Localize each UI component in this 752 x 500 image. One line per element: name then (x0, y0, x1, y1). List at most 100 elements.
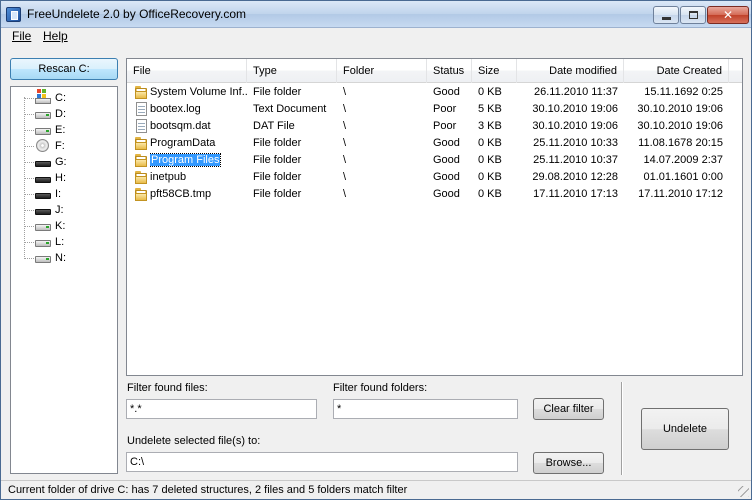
column-header-folder[interactable]: Folder (337, 59, 427, 83)
drive-item[interactable]: E: (24, 122, 114, 138)
cell-status-text: Poor (433, 103, 457, 115)
drive-item[interactable]: H: (24, 170, 114, 186)
cell-size: 3 KB (478, 118, 511, 135)
filter-folders-label: Filter found folders: (333, 382, 428, 394)
table-row[interactable]: Program Files File folder \ Good 0 KB 25.11.2… (127, 152, 742, 169)
removable-drive-icon (35, 189, 51, 200)
cell-type-text: File folder (253, 137, 302, 149)
drive-item[interactable]: D: (24, 106, 114, 122)
menu-bar: File Help (1, 28, 751, 46)
column-header-modified[interactable]: Date modified (517, 59, 624, 83)
drive-label: K: (55, 220, 66, 232)
cell-file-text: System Volume Inf... (150, 86, 247, 98)
cell-type-text: File folder (253, 171, 302, 183)
tree-connector (24, 178, 34, 179)
tree-connector (24, 146, 34, 147)
drive-tree[interactable]: C: D: E: F: G: H: I: J: K: L: N: (10, 86, 118, 474)
menu-help-label: Help (43, 29, 68, 43)
tree-connector (24, 114, 34, 115)
cell-created-text: 15.11.1692 0:25 (644, 86, 723, 98)
tree-connector (24, 162, 34, 163)
minimize-button[interactable] (653, 6, 679, 24)
cell-status-text: Good (433, 171, 460, 183)
resize-grip-icon[interactable] (738, 486, 749, 497)
column-header-bar: File Type Folder Status Size Date modified Dat… (127, 59, 742, 83)
cell-status-text: Good (433, 86, 460, 98)
menu-help[interactable]: Help (41, 29, 70, 43)
cell-folder: \ (343, 186, 421, 203)
cell-status-text: Poor (433, 120, 457, 132)
hard-drive-icon (35, 237, 51, 248)
close-icon: ✕ (722, 8, 734, 22)
column-header-status[interactable]: Status (427, 59, 472, 83)
drive-item[interactable]: K: (24, 218, 114, 234)
cell-status: Good (433, 169, 466, 186)
column-header-file[interactable]: File (127, 59, 247, 83)
drive-item[interactable]: I: (24, 186, 114, 202)
drive-label: D: (55, 108, 66, 120)
cell-type: File folder (253, 186, 331, 203)
maximize-icon (688, 11, 698, 19)
column-header-size[interactable]: Size (472, 59, 517, 83)
undelete-destination-label: Undelete selected file(s) to: (127, 435, 261, 447)
destination-path-input[interactable]: C:\ (126, 452, 518, 472)
cell-status: Good (433, 84, 466, 101)
drive-label: N: (55, 252, 66, 264)
table-row[interactable]: ProgramData File folder \ Good 0 KB 25.11.201… (127, 135, 742, 152)
cell-status: Good (433, 135, 466, 152)
drive-item[interactable]: L: (24, 234, 114, 250)
cell-file: Program Files (150, 152, 247, 169)
cell-modified-text: 25.11.2010 10:37 (533, 154, 618, 166)
table-row[interactable]: bootex.log Text Document \ Poor 5 KB 30.10.20… (127, 101, 742, 118)
table-row[interactable]: System Volume Inf... File folder \ Good 0 KB… (127, 84, 742, 101)
cell-status: Good (433, 186, 466, 203)
cell-type-text: Text Document (253, 103, 327, 115)
maximize-button[interactable] (680, 6, 706, 24)
clear-filter-button[interactable]: Clear filter (533, 398, 604, 420)
tree-connector (24, 210, 34, 211)
cell-status-text: Good (433, 154, 460, 166)
table-row[interactable]: bootsqm.dat DAT File \ Poor 3 KB 30.10.2010 1… (127, 118, 742, 135)
filter-folders-input[interactable]: * (333, 399, 518, 419)
cell-file: bootex.log (150, 101, 247, 118)
drive-item[interactable]: N: (24, 250, 114, 266)
drive-label: C: (55, 92, 66, 104)
cell-size: 0 KB (478, 152, 511, 169)
cell-type-text: File folder (253, 86, 302, 98)
drive-label: G: (55, 156, 67, 168)
cell-size-text: 0 KB (478, 154, 502, 166)
drive-item[interactable]: C: (24, 89, 114, 106)
menu-file[interactable]: File (10, 29, 33, 43)
cell-file: pft58CB.tmp (150, 186, 247, 203)
table-row[interactable]: pft58CB.tmp File folder \ Good 0 KB 17.11.201… (127, 186, 742, 203)
drive-item[interactable]: G: (24, 154, 114, 170)
cell-modified: 30.10.2010 19:06 (523, 118, 618, 135)
document-icon (134, 119, 148, 134)
cell-created: 11.08.1678 20:15 (630, 135, 723, 152)
rescan-button[interactable]: Rescan C: (10, 58, 118, 80)
cell-created: 17.11.2010 17:12 (630, 186, 723, 203)
cell-status: Poor (433, 118, 466, 135)
cell-size-text: 5 KB (478, 103, 502, 115)
status-bar: Current folder of drive C: has 7 deleted… (1, 480, 751, 499)
hard-drive-icon (35, 253, 51, 264)
file-list[interactable]: File Type Folder Status Size Date modified Dat… (126, 58, 743, 376)
cell-created: 01.01.1601 0:00 (630, 169, 723, 186)
browse-button[interactable]: Browse... (533, 452, 604, 474)
close-button[interactable]: ✕ (707, 6, 749, 24)
undelete-button[interactable]: Undelete (641, 408, 729, 450)
cell-type-text: DAT File (253, 120, 295, 132)
cell-folder: \ (343, 152, 421, 169)
cell-modified: 25.11.2010 10:37 (523, 152, 618, 169)
cell-file-text: inetpub (150, 171, 187, 183)
tree-connector (24, 194, 34, 195)
folder-icon (134, 85, 148, 100)
column-header-type[interactable]: Type (247, 59, 337, 83)
drive-item[interactable]: J: (24, 202, 114, 218)
drive-item[interactable]: F: (24, 138, 114, 154)
filter-files-input[interactable]: *.* (126, 399, 317, 419)
minimize-icon (661, 16, 671, 20)
cd-drive-icon (35, 139, 51, 152)
table-row[interactable]: inetpub File folder \ Good 0 KB 29.08.2010 12… (127, 169, 742, 186)
column-header-created[interactable]: Date Created (624, 59, 729, 83)
